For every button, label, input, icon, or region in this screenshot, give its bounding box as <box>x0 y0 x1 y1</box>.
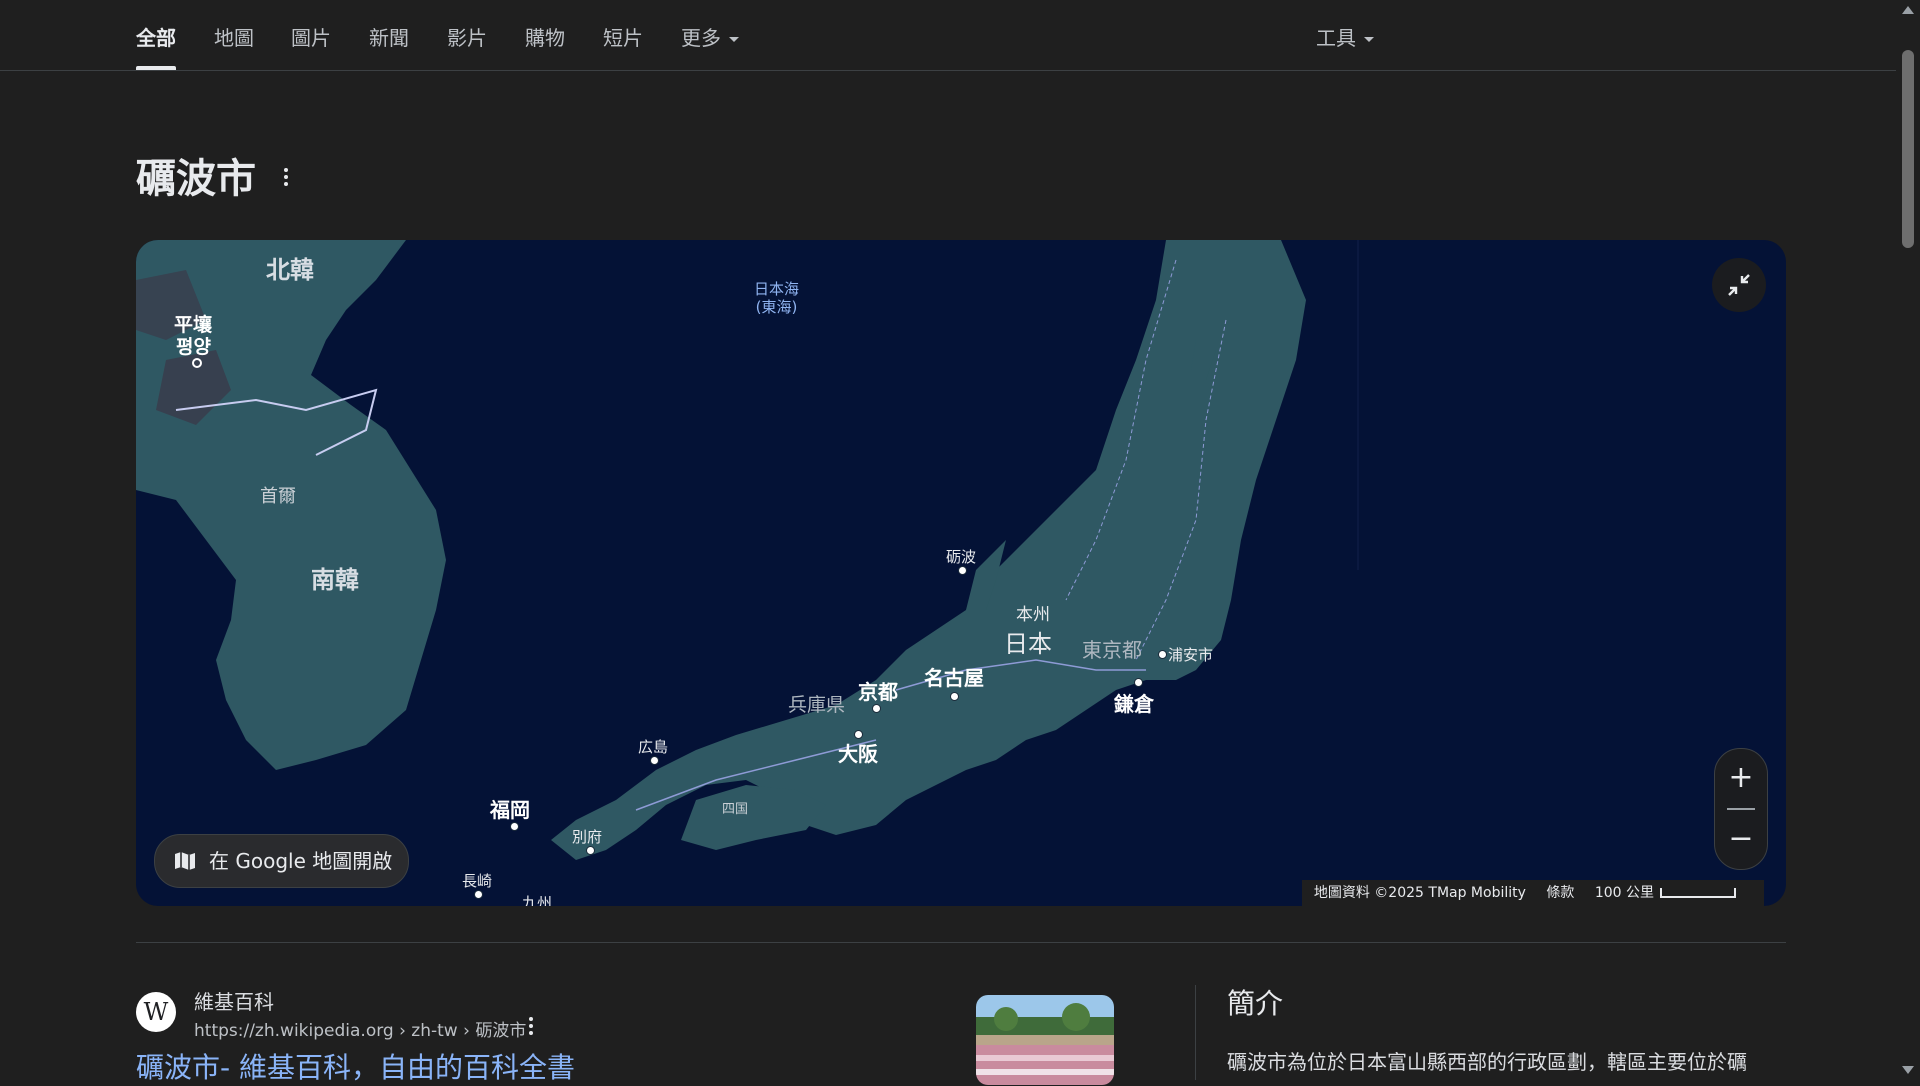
tab-all[interactable]: 全部 <box>136 22 176 70</box>
label-nagasaki: 長崎 <box>462 872 493 890</box>
map-attribution-bar: 地圖資料 ©2025 TMap Mobility 條款 100 公里 <box>1301 880 1764 906</box>
label-tokyo: 東京都 <box>1082 638 1142 662</box>
scroll-down-icon[interactable] <box>1902 1066 1914 1074</box>
label-sea-of-japan: 日本海 (東海) <box>754 280 799 316</box>
wikipedia-favicon[interactable]: W <box>136 992 176 1032</box>
label-kyushu: 九州 <box>522 894 553 906</box>
tab-more[interactable]: 更多 <box>681 22 739 70</box>
nagasaki-marker <box>474 890 483 899</box>
urayasu-marker <box>1158 650 1167 659</box>
result-thumbnail[interactable] <box>976 995 1114 1085</box>
tools-label: 工具 <box>1316 26 1356 50</box>
collapse-icon <box>1728 274 1750 296</box>
label-honshu: 本州 <box>1016 605 1050 625</box>
label-hiroshima: 広島 <box>638 738 669 756</box>
map-icon <box>175 852 195 870</box>
label-sea-name: 日本海 <box>754 280 800 298</box>
label-kyoto: 京都 <box>858 680 898 704</box>
label-hyogo: 兵庫県 <box>788 694 846 716</box>
label-kamakura: 鎌倉 <box>1114 692 1154 716</box>
label-east-sea: (東海) <box>755 298 798 316</box>
open-in-google-maps-label: 在 Google 地圖開啟 <box>209 849 393 873</box>
map-attribution: 地圖資料 ©2025 TMap Mobility <box>1313 885 1526 901</box>
scrollbar-thumb[interactable] <box>1902 50 1914 248</box>
label-seoul: 首爾 <box>260 486 296 507</box>
kamakura-marker <box>1134 678 1143 687</box>
scale-bar <box>1660 888 1736 898</box>
scale-label: 100 公里 <box>1594 885 1654 901</box>
label-nagoya: 名古屋 <box>924 666 984 690</box>
tab-images[interactable]: 圖片 <box>291 22 331 70</box>
result-title-link[interactable]: 礪波市- 維基百科，自由的百科全書 <box>136 1046 575 1086</box>
zoom-out-button[interactable]: − <box>1715 810 1767 868</box>
hiroshima-marker <box>650 756 659 765</box>
tab-more-label: 更多 <box>681 26 721 50</box>
result-site-name[interactable]: 維基百科 <box>194 986 274 1015</box>
zoom-in-button[interactable]: + <box>1715 749 1767 807</box>
result-more-options-icon[interactable] <box>529 1017 533 1038</box>
page-title: 礪波市 <box>136 156 256 202</box>
vertical-divider <box>1195 985 1196 1080</box>
label-pyongyang-ko: 평양 <box>176 336 211 358</box>
city-marker <box>192 358 202 368</box>
label-japan: 日本 <box>1004 630 1052 658</box>
label-osaka: 大阪 <box>838 742 878 766</box>
intro-heading: 簡介 <box>1227 987 1284 1020</box>
divider <box>136 942 1786 943</box>
more-options-icon[interactable] <box>284 168 288 189</box>
tab-videos[interactable]: 影片 <box>447 22 487 70</box>
tools-button[interactable]: 工具 <box>1316 22 1374 70</box>
result-url[interactable]: https://zh.wikipedia.org › zh-tw › 砺波市 <box>194 1016 526 1041</box>
intro-text: 礪波市為位於日本富山縣西部的行政區劃，轄區主要位於礪 <box>1227 1050 1747 1074</box>
thumbnail-image <box>976 995 1114 1085</box>
label-south-korea: 南韓 <box>311 566 359 594</box>
chevron-down-icon <box>1364 37 1374 42</box>
search-tabs-bar: 全部 地圖 圖片 新聞 影片 購物 短片 更多 工具 <box>0 0 1896 71</box>
fukuoka-marker <box>510 822 519 831</box>
tab-short-videos[interactable]: 短片 <box>603 22 643 70</box>
tonami-marker <box>958 566 967 575</box>
label-fukuoka: 福岡 <box>490 798 530 822</box>
scroll-up-icon[interactable] <box>1902 6 1914 14</box>
open-in-google-maps-button[interactable]: 在 Google 地圖開啟 <box>154 834 410 888</box>
label-beppu: 別府 <box>572 828 603 846</box>
scrollbar[interactable] <box>1896 0 1920 1080</box>
terms-link[interactable]: 條款 <box>1546 885 1574 901</box>
collapse-map-button[interactable] <box>1712 258 1766 312</box>
nagoya-marker <box>950 692 959 701</box>
kyoto-marker <box>872 704 881 713</box>
label-north-korea: 北韓 <box>266 256 314 284</box>
tab-maps[interactable]: 地圖 <box>214 22 254 70</box>
zoom-control: + − <box>1714 748 1768 870</box>
tab-news[interactable]: 新聞 <box>369 22 409 70</box>
beppu-marker <box>586 846 595 855</box>
tab-shopping[interactable]: 購物 <box>525 22 565 70</box>
label-tonami: 砺波 <box>946 548 977 566</box>
label-urayasu: 浦安市 <box>1168 646 1214 664</box>
map-panel[interactable]: 北韓 平壤 평양 首爾 南韓 日本海 (東海) 砺波 本州 日本 東京都 浦安市… <box>136 240 1786 906</box>
label-shikoku: 四国 <box>722 802 749 817</box>
chevron-down-icon <box>729 37 739 42</box>
